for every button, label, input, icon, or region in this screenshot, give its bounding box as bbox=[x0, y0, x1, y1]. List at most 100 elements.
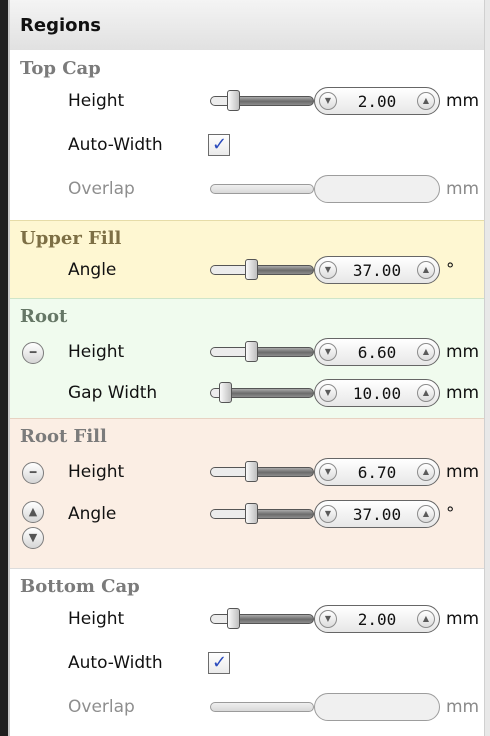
section-bottom-cap: Bottom Cap Height ▼ 2.00 ▲ mm Auto-Width… bbox=[10, 568, 484, 736]
section-title-root: Root bbox=[20, 306, 68, 327]
triangle-down-icon[interactable]: ▼ bbox=[319, 384, 337, 402]
top-cap-overlap-slider bbox=[210, 184, 314, 194]
bottom-cap-overlap-label: Overlap bbox=[68, 697, 135, 717]
root-fill-height-row: Height ▼ 6.70 ▲ mm bbox=[10, 454, 484, 490]
section-top-cap: Top Cap Height ▼ 2.00 ▲ mm Auto-Width ✓ … bbox=[10, 50, 484, 220]
triangle-down-icon[interactable]: ▼ bbox=[319, 261, 337, 279]
root-fill-height-label: Height bbox=[68, 462, 125, 482]
top-cap-height-slider[interactable] bbox=[210, 90, 314, 111]
triangle-down-icon[interactable]: ▼ bbox=[319, 343, 337, 361]
root-height-spinbox[interactable]: ▼ 6.60 ▲ bbox=[314, 338, 440, 366]
top-cap-height-value[interactable]: 2.00 bbox=[341, 92, 413, 111]
root-gap-width-label: Gap Width bbox=[68, 383, 158, 403]
root-height-label: Height bbox=[68, 342, 125, 362]
top-cap-overlap-unit: mm bbox=[446, 179, 480, 199]
slider-fill bbox=[211, 348, 249, 356]
root-fill-angle-slider-thumb[interactable] bbox=[245, 503, 258, 524]
bottom-cap-height-slider-thumb[interactable] bbox=[227, 608, 240, 629]
checkmark-icon: ✓ bbox=[212, 134, 228, 155]
root-gap-width-row: Gap Width ▼ 10.00 ▲ mm bbox=[10, 375, 484, 411]
root-fill-height-unit: mm bbox=[446, 462, 480, 482]
top-cap-auto-width-checkbox[interactable]: ✓ bbox=[208, 134, 230, 156]
triangle-up-icon[interactable]: ▲ bbox=[417, 505, 435, 523]
root-gap-width-unit: mm bbox=[446, 383, 480, 403]
checkmark-icon: ✓ bbox=[212, 652, 228, 673]
top-cap-height-row: Height ▼ 2.00 ▲ mm bbox=[10, 83, 484, 119]
triangle-up-icon[interactable]: ▲ bbox=[417, 384, 435, 402]
top-cap-height-slider-thumb[interactable] bbox=[227, 90, 240, 111]
upper-fill-angle-row: Angle ▼ 37.00 ▲ ° bbox=[10, 252, 484, 288]
section-root-fill: Root Fill ━ Height ▼ 6.70 ▲ mm ▲ Angle ▼ bbox=[10, 418, 484, 568]
triangle-up-icon[interactable]: ▲ bbox=[417, 343, 435, 361]
bottom-cap-overlap-slider bbox=[210, 702, 314, 712]
triangle-up-icon[interactable]: ▲ bbox=[417, 610, 435, 628]
root-height-row: Height ▼ 6.60 ▲ mm bbox=[10, 334, 484, 370]
bottom-cap-overlap-spinbox bbox=[314, 693, 440, 721]
bottom-cap-overlap-unit: mm bbox=[446, 697, 480, 717]
regions-panel: Regions Top Cap Height ▼ 2.00 ▲ mm Auto-… bbox=[0, 0, 490, 736]
upper-fill-angle-label: Angle bbox=[68, 260, 117, 280]
root-height-slider-thumb[interactable] bbox=[245, 341, 258, 362]
triangle-up-icon[interactable]: ▲ bbox=[417, 261, 435, 279]
upper-fill-angle-value[interactable]: 37.00 bbox=[341, 261, 413, 280]
panel-header: Regions bbox=[10, 0, 484, 51]
triangle-down-icon[interactable]: ▼ bbox=[319, 92, 337, 110]
top-cap-height-unit: mm bbox=[446, 91, 480, 111]
arrow-down-circle-icon[interactable]: ▼ bbox=[22, 527, 44, 549]
top-cap-overlap-label: Overlap bbox=[68, 179, 135, 199]
top-cap-auto-width-label: Auto-Width bbox=[68, 135, 163, 155]
triangle-up-icon[interactable]: ▲ bbox=[417, 463, 435, 481]
root-height-slider[interactable] bbox=[210, 341, 314, 362]
top-cap-auto-width-row: Auto-Width ✓ bbox=[10, 127, 484, 163]
root-fill-angle-spinbox[interactable]: ▼ 37.00 ▲ bbox=[314, 500, 440, 528]
triangle-up-icon[interactable]: ▲ bbox=[417, 92, 435, 110]
triangle-down-icon[interactable]: ▼ bbox=[319, 610, 337, 628]
root-fill-angle-label: Angle bbox=[68, 504, 117, 524]
root-fill-height-value[interactable]: 6.70 bbox=[341, 463, 413, 482]
root-gap-width-slider[interactable] bbox=[210, 382, 314, 403]
root-fill-height-slider[interactable] bbox=[210, 461, 314, 482]
bottom-cap-height-label: Height bbox=[68, 609, 125, 629]
bottom-cap-height-spinbox[interactable]: ▼ 2.00 ▲ bbox=[314, 605, 440, 633]
top-cap-height-spinbox[interactable]: ▼ 2.00 ▲ bbox=[314, 87, 440, 115]
left-window-border bbox=[0, 0, 8, 736]
slider-fill bbox=[211, 266, 249, 274]
root-height-unit: mm bbox=[446, 342, 480, 362]
top-cap-overlap-spinbox bbox=[314, 175, 440, 203]
section-title-bottom-cap: Bottom Cap bbox=[20, 576, 140, 597]
upper-fill-angle-slider-thumb[interactable] bbox=[245, 259, 258, 280]
bottom-cap-overlap-row: Overlap mm bbox=[10, 689, 484, 725]
bottom-cap-auto-width-row: Auto-Width ✓ bbox=[10, 645, 484, 681]
bottom-cap-height-value[interactable]: 2.00 bbox=[341, 610, 413, 629]
slider-fill bbox=[211, 510, 249, 518]
section-title-root-fill: Root Fill bbox=[20, 426, 107, 447]
section-title-upper-fill: Upper Fill bbox=[20, 228, 122, 249]
root-gap-width-value[interactable]: 10.00 bbox=[341, 384, 413, 403]
upper-fill-angle-unit: ° bbox=[446, 260, 455, 280]
bottom-cap-auto-width-checkbox[interactable]: ✓ bbox=[208, 652, 230, 674]
root-fill-angle-unit: ° bbox=[446, 504, 455, 524]
section-root: Root ━ Height ▼ 6.60 ▲ mm Gap Width ▼ 10… bbox=[10, 298, 484, 418]
triangle-down-icon[interactable]: ▼ bbox=[319, 463, 337, 481]
bottom-cap-height-row: Height ▼ 2.00 ▲ mm bbox=[10, 601, 484, 637]
upper-fill-angle-spinbox[interactable]: ▼ 37.00 ▲ bbox=[314, 256, 440, 284]
section-title-top-cap: Top Cap bbox=[20, 58, 101, 79]
root-fill-angle-slider[interactable] bbox=[210, 503, 314, 524]
bottom-cap-height-unit: mm bbox=[446, 609, 480, 629]
triangle-down-icon[interactable]: ▼ bbox=[319, 505, 337, 523]
root-fill-angle-row: Angle ▼ 37.00 ▲ ° bbox=[10, 496, 484, 532]
bottom-cap-auto-width-label: Auto-Width bbox=[68, 653, 163, 673]
right-scroll-edge[interactable] bbox=[484, 0, 490, 736]
root-fill-height-spinbox[interactable]: ▼ 6.70 ▲ bbox=[314, 458, 440, 486]
root-gap-width-spinbox[interactable]: ▼ 10.00 ▲ bbox=[314, 379, 440, 407]
slider-fill bbox=[211, 468, 249, 476]
top-cap-overlap-row: Overlap mm bbox=[10, 171, 484, 207]
panel-title: Regions bbox=[20, 15, 102, 36]
root-fill-angle-value[interactable]: 37.00 bbox=[341, 505, 413, 524]
root-height-value[interactable]: 6.60 bbox=[341, 343, 413, 362]
upper-fill-angle-slider[interactable] bbox=[210, 259, 314, 280]
root-fill-height-slider-thumb[interactable] bbox=[245, 461, 258, 482]
section-upper-fill: Upper Fill Angle ▼ 37.00 ▲ ° bbox=[10, 220, 484, 298]
bottom-cap-height-slider[interactable] bbox=[210, 608, 314, 629]
root-gap-width-slider-thumb[interactable] bbox=[219, 382, 232, 403]
